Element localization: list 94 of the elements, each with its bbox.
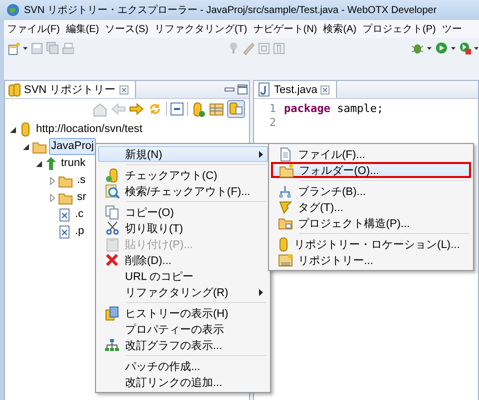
menu-item[interactable]: 検索(A) bbox=[323, 22, 356, 36]
folder-icon bbox=[278, 216, 292, 230]
file-icon bbox=[58, 208, 71, 222]
collapsed-arrow-icon[interactable] bbox=[50, 194, 54, 202]
caret-icon[interactable] bbox=[450, 46, 456, 50]
menu-item[interactable]: ファイル(F)... bbox=[271, 146, 471, 162]
menu-item[interactable]: リファクタリング(R) bbox=[98, 284, 268, 300]
paragraph-icon[interactable] bbox=[273, 42, 286, 54]
save-all-icon[interactable] bbox=[46, 41, 59, 55]
tree-item[interactable]: sr bbox=[75, 189, 88, 206]
tree-item[interactable]: JavaProj bbox=[49, 138, 96, 155]
menu-item[interactable]: 削除(D)... bbox=[98, 252, 268, 268]
print-icon[interactable] bbox=[62, 42, 74, 54]
menu-item[interactable]: タグ(T)... bbox=[271, 199, 471, 215]
branch-icon bbox=[278, 184, 292, 198]
file-icon bbox=[278, 146, 292, 162]
graph-icon bbox=[104, 338, 120, 352]
menu-item[interactable]: ファイル(F) bbox=[7, 22, 60, 36]
menu-item[interactable]: リファクタリング(T) bbox=[154, 22, 248, 36]
file-icon bbox=[58, 224, 71, 238]
forward-icon[interactable] bbox=[129, 102, 144, 116]
collapse-all-icon[interactable] bbox=[170, 102, 184, 116]
expanded-arrow-icon[interactable] bbox=[36, 160, 42, 166]
folder-icon bbox=[58, 174, 73, 188]
new-file-icon[interactable] bbox=[7, 40, 20, 56]
line-number: 1 bbox=[268, 102, 277, 116]
add-cylinder-icon[interactable] bbox=[191, 102, 206, 116]
arrow-up-icon bbox=[45, 156, 57, 171]
menu-item[interactable]: リポジトリー... bbox=[271, 252, 471, 268]
clipboard-icon bbox=[106, 236, 118, 252]
caret-icon[interactable] bbox=[22, 46, 28, 50]
search-icon bbox=[104, 184, 120, 198]
line-number: 2 bbox=[268, 116, 277, 130]
menu-item[interactable]: ナビゲート(N) bbox=[253, 22, 318, 36]
menu-item[interactable]: ツー bbox=[442, 22, 462, 36]
flag-icon bbox=[278, 200, 292, 214]
folder-icon bbox=[32, 140, 47, 154]
copy-icon bbox=[105, 204, 119, 220]
cylinder-icon bbox=[105, 168, 119, 182]
view-tab[interactable]: SVN リポジトリー bbox=[5, 81, 136, 98]
menu-item[interactable]: 検索/チェックアウト(F)... bbox=[98, 183, 268, 199]
expanded-arrow-icon[interactable] bbox=[23, 144, 29, 150]
cylinder-icon bbox=[19, 122, 32, 137]
menu-item[interactable]: プロジェクト構造(P)... bbox=[271, 215, 471, 231]
table-icon[interactable] bbox=[209, 102, 224, 116]
globe-icon bbox=[6, 3, 20, 17]
menu-item[interactable]: フォルダー(O)... bbox=[271, 162, 471, 178]
folder-icon bbox=[278, 162, 294, 178]
menu-item[interactable]: コピー(O) bbox=[98, 204, 268, 220]
tree-item[interactable]: .c bbox=[73, 206, 86, 223]
window-title: SVN リポジトリー・エクスプローラー - JavaProj/src/sample/Test.java - WebOTX Developer bbox=[24, 4, 437, 17]
delete-icon bbox=[105, 253, 119, 267]
editor-tab[interactable]: Test.java bbox=[254, 81, 338, 98]
cylinder-icon bbox=[8, 82, 21, 96]
menu-item[interactable]: リポジトリー・ロケーション(L)... bbox=[271, 236, 471, 252]
history-icon bbox=[105, 306, 119, 320]
tree-item[interactable]: .s bbox=[75, 172, 88, 189]
submenu-arrow-icon bbox=[259, 150, 263, 158]
submenu-arrow-icon bbox=[259, 288, 263, 296]
scissors-icon bbox=[106, 221, 118, 235]
close-icon[interactable] bbox=[118, 84, 129, 94]
menu-item[interactable]: ヒストリーの表示(H) bbox=[98, 305, 268, 321]
cylinder-icon bbox=[276, 236, 290, 252]
link-toggle-icon[interactable] bbox=[227, 100, 245, 118]
pen-icon[interactable] bbox=[242, 41, 256, 55]
repository-icon bbox=[278, 252, 292, 268]
menu-item[interactable]: 新規(N) bbox=[98, 146, 268, 162]
tree-item[interactable]: trunk bbox=[59, 155, 88, 172]
pin-icon[interactable] bbox=[228, 41, 240, 55]
caret-icon[interactable] bbox=[474, 46, 479, 50]
menu-item[interactable]: 改訂グラフの表示... bbox=[98, 337, 268, 353]
close-icon[interactable] bbox=[320, 84, 330, 94]
caret-icon[interactable] bbox=[427, 46, 432, 50]
expanded-arrow-icon[interactable] bbox=[10, 126, 16, 132]
menu-item[interactable]: URL のコピー bbox=[98, 268, 268, 284]
menu-item[interactable]: 編集(E) bbox=[66, 22, 100, 36]
tree-item[interactable]: .p bbox=[73, 223, 86, 240]
menu-item[interactable]: ソース(S) bbox=[105, 22, 148, 36]
home-icon[interactable] bbox=[92, 102, 108, 116]
sync-icon[interactable] bbox=[147, 101, 163, 117]
menu-item[interactable]: パッチの作成... bbox=[98, 358, 268, 374]
menu-item[interactable]: チェックアウト(C) bbox=[98, 167, 268, 183]
menu-item[interactable]: ブランチ(B)... bbox=[271, 183, 471, 199]
menu-item[interactable]: 切り取り(T) bbox=[98, 220, 268, 236]
collapsed-arrow-icon[interactable] bbox=[50, 176, 54, 184]
menu-item[interactable]: プロジェクト(P) bbox=[362, 22, 436, 36]
tree-item[interactable]: http://location/svn/test bbox=[34, 121, 144, 138]
run-tool-icon[interactable] bbox=[458, 41, 472, 55]
folder-icon bbox=[58, 190, 73, 204]
code-line: package sample; bbox=[284, 102, 384, 116]
maximize-icon[interactable] bbox=[236, 84, 249, 95]
square-icon[interactable] bbox=[258, 42, 270, 54]
menu-item[interactable]: 改訂リンクの追加... bbox=[98, 374, 268, 390]
menu-item[interactable]: プロパティーの表示 bbox=[98, 321, 268, 337]
